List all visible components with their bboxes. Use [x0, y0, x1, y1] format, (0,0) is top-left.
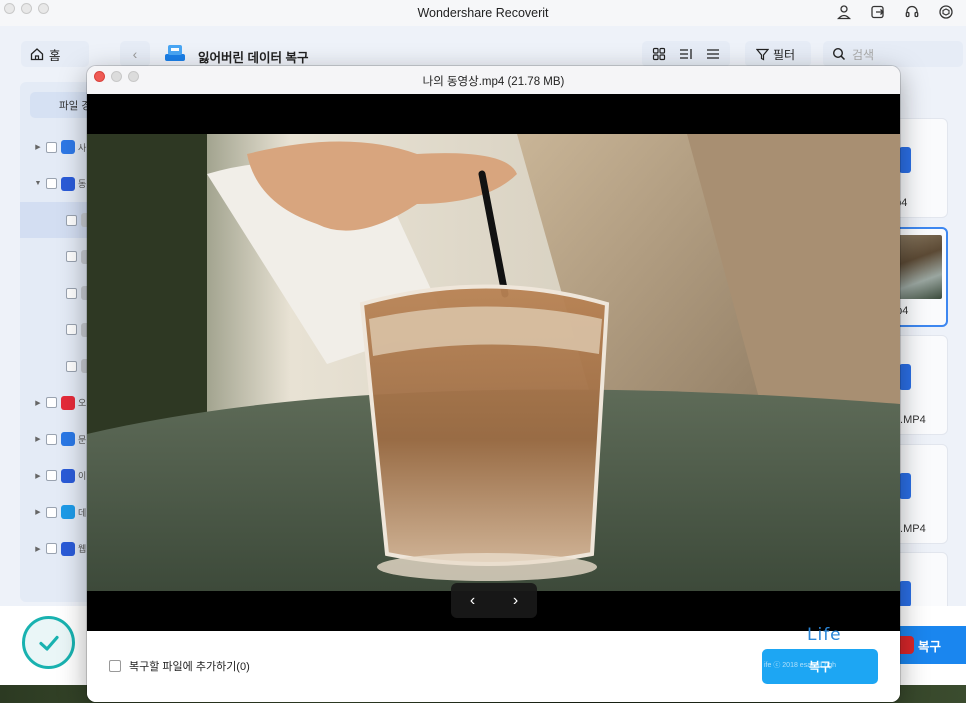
view-mode-group	[642, 41, 730, 67]
list-view-icon[interactable]	[705, 46, 721, 62]
email-icon	[61, 468, 75, 483]
watermark-copyright: ife ⓒ 2018 esar all righ	[764, 662, 836, 669]
photo-icon	[61, 140, 75, 154]
tree-row-label: 웹	[78, 544, 87, 554]
audio-icon	[61, 395, 75, 410]
database-icon	[61, 505, 75, 519]
video-frame	[87, 134, 900, 591]
video-file-icon	[899, 472, 911, 499]
add-to-recovery-label: 복구할 파일에 추가하기(0)	[129, 661, 250, 673]
chevron-right-icon[interactable]: ▶	[34, 435, 42, 443]
tree-row-label: 문	[78, 434, 87, 445]
chevron-left-icon: ‹	[132, 46, 138, 62]
checkbox-box[interactable]	[109, 660, 121, 672]
filter-button[interactable]: 필터	[745, 41, 811, 67]
row-checkbox[interactable]	[46, 433, 57, 445]
row-checkbox[interactable]	[66, 214, 77, 226]
video-icon	[61, 176, 75, 191]
app-title: Wondershare Recoverit	[417, 6, 549, 20]
row-checkbox[interactable]	[66, 324, 77, 335]
scan-complete-check-icon	[22, 616, 75, 669]
document-icon	[61, 432, 75, 446]
search-input[interactable]: 검색	[823, 41, 963, 67]
row-checkbox[interactable]	[46, 178, 57, 189]
chevron-right-icon[interactable]: ▶	[34, 508, 42, 516]
row-checkbox[interactable]	[46, 397, 57, 408]
video-file-icon	[899, 581, 911, 607]
home-button[interactable]: 홈	[21, 41, 89, 67]
next-file-button[interactable]: ›	[501, 592, 531, 610]
add-to-recovery-checkbox[interactable]: 복구할 파일에 추가하기(0)	[109, 658, 250, 674]
row-checkbox[interactable]	[66, 360, 77, 372]
video-file-icon	[899, 147, 911, 173]
back-button[interactable]: ‹	[120, 41, 150, 67]
user-icon[interactable]	[834, 3, 854, 21]
video-file-icon	[899, 364, 911, 390]
dialog-title-bar: 나의 동영상.mp4 (21.78 MB)	[87, 66, 900, 94]
toolbar: 홈 ‹ 잃어버린 데이터 복구 필터 검색	[0, 38, 966, 68]
tree-row-label: 데	[78, 507, 87, 518]
chevron-right-icon[interactable]: ▶	[34, 545, 42, 553]
row-checkbox[interactable]	[46, 470, 57, 481]
grid-view-icon[interactable]	[651, 46, 667, 62]
filter-funnel-icon	[756, 48, 769, 60]
filter-label: 필터	[773, 47, 796, 62]
location-title: 잃어버린 데이터 복구	[198, 51, 309, 65]
settings-box-icon[interactable]	[936, 3, 956, 21]
chevron-right-icon[interactable]: ▶	[34, 399, 42, 407]
drive-recovery-icon	[165, 45, 185, 61]
tree-row-label: 동	[78, 179, 87, 189]
row-checkbox[interactable]	[66, 287, 77, 299]
previous-file-button[interactable]: ‹	[458, 592, 488, 610]
dialog-footer: 복구할 파일에 추가하기(0) 복구 Life ife ⓒ 2018 esar …	[87, 625, 900, 702]
sign-out-icon[interactable]	[868, 3, 888, 21]
title-bar: Wondershare Recoverit	[0, 0, 966, 26]
watermark-life: Life	[807, 625, 842, 645]
row-checkbox[interactable]	[46, 506, 57, 518]
chevron-right-icon[interactable]: ▶	[34, 472, 42, 480]
video-player[interactable]: ‹ ›	[87, 94, 900, 631]
tree-row-label: 이	[78, 471, 87, 481]
recover-label: 복구	[918, 639, 942, 654]
video-preview-dialog: 나의 동영상.mp4 (21.78 MB) ‹ › 복구할 파일에 추가하기(0…	[87, 66, 900, 702]
row-checkbox[interactable]	[66, 251, 77, 262]
web-icon	[61, 541, 75, 556]
tree-row-label: 사	[78, 142, 87, 153]
search-placeholder: 검색	[852, 47, 875, 62]
chevron-down-icon[interactable]: ▼	[34, 180, 42, 187]
home-label: 홈	[49, 48, 61, 63]
row-checkbox[interactable]	[46, 543, 57, 554]
dialog-title: 나의 동영상.mp4 (21.78 MB)	[422, 76, 565, 88]
row-checkbox[interactable]	[46, 141, 57, 153]
chevron-right-icon[interactable]: ▶	[34, 143, 42, 151]
support-headset-icon[interactable]	[902, 3, 922, 21]
media-nav-controls: ‹ ›	[451, 583, 537, 618]
detail-list-view-icon[interactable]	[678, 46, 694, 62]
tree-row-label: 오	[78, 398, 87, 408]
recover-button[interactable]: 복구	[890, 626, 966, 664]
home-icon	[30, 48, 44, 61]
search-icon	[832, 47, 846, 61]
